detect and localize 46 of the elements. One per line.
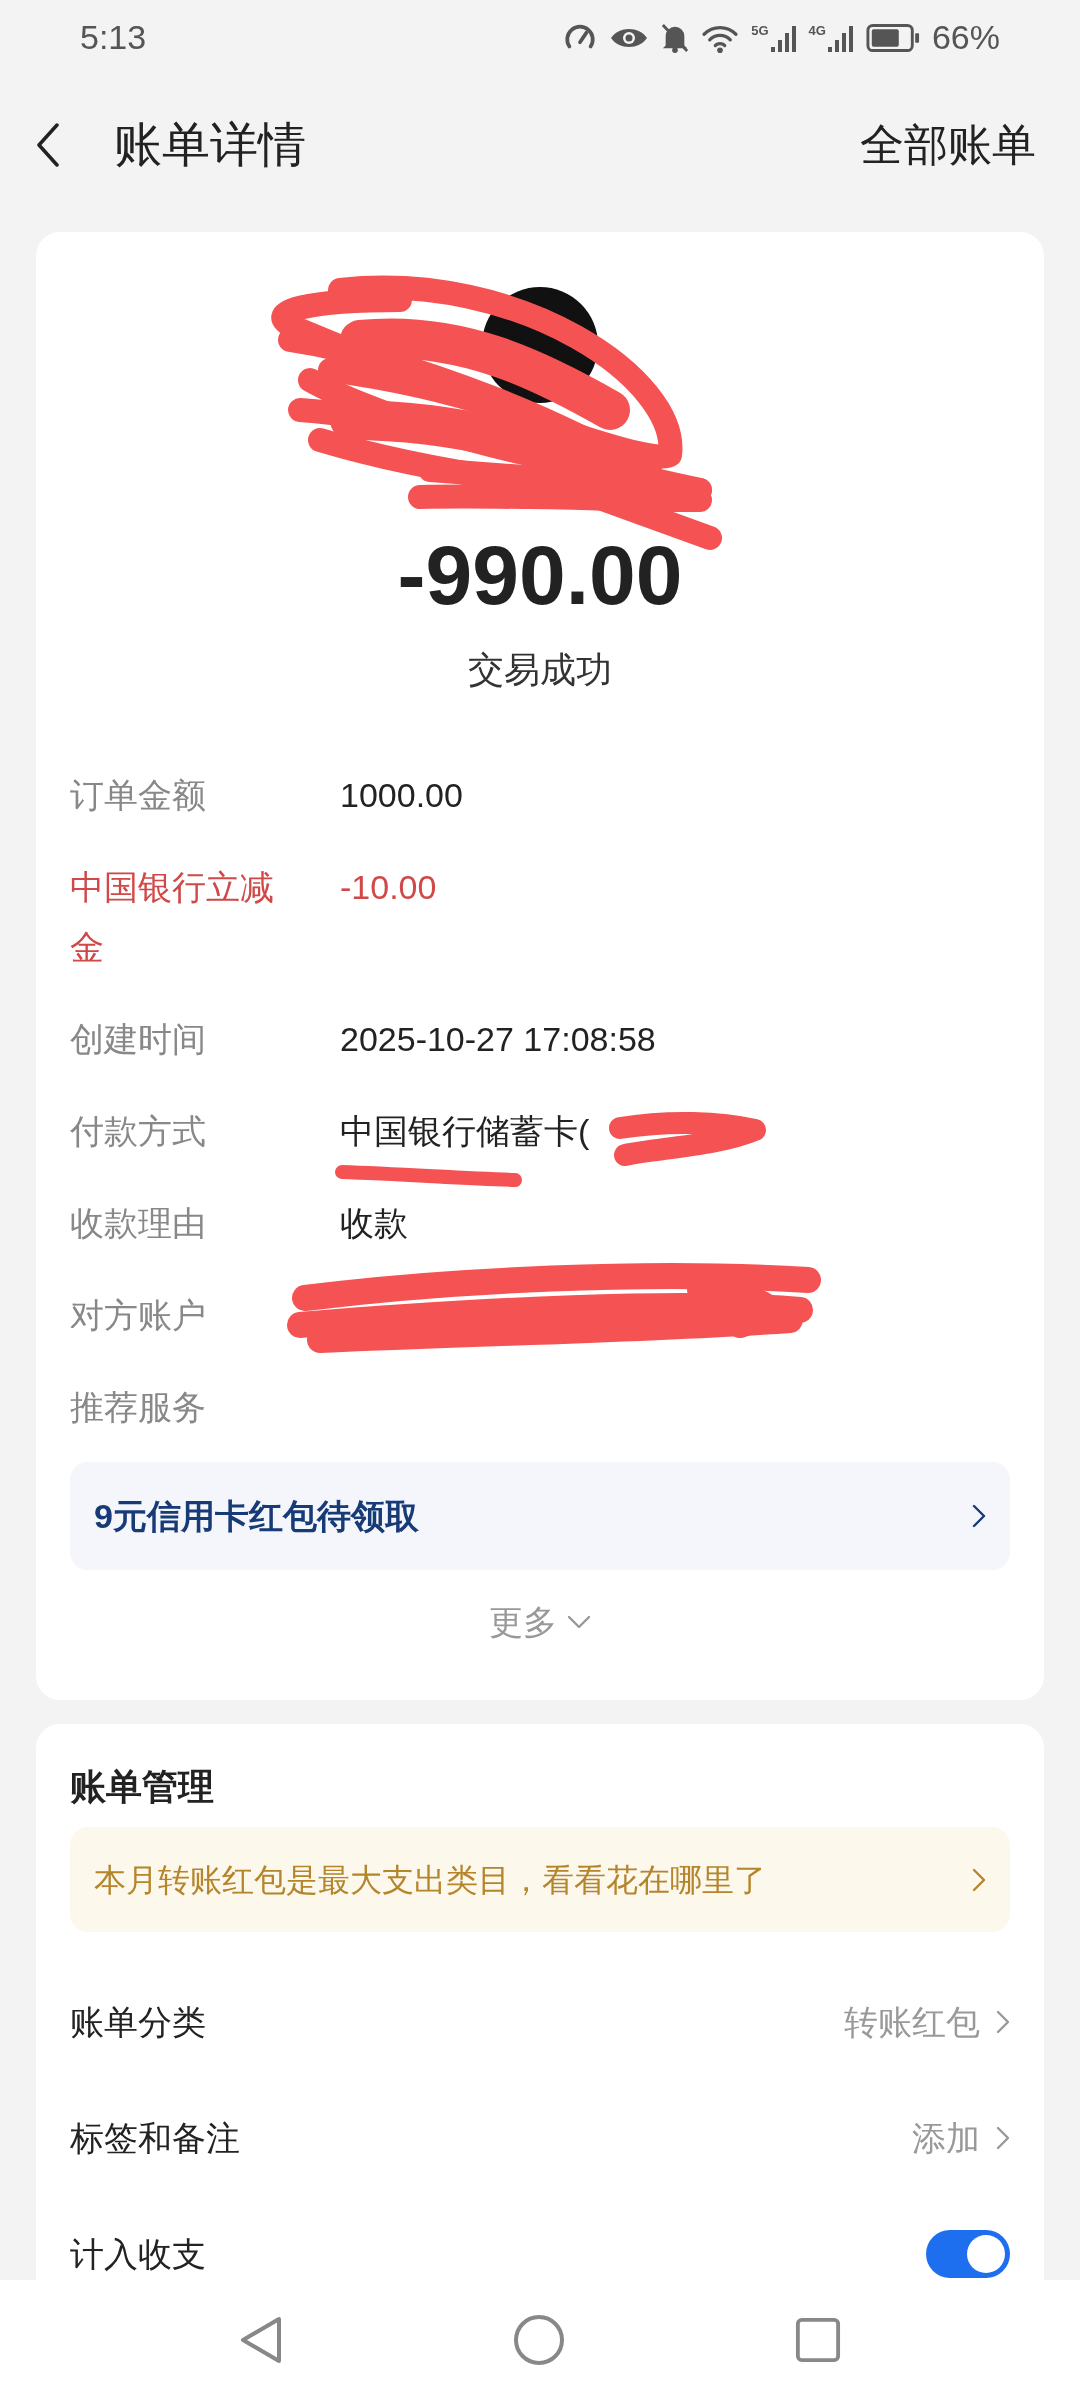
detail-label: 中国银行立减金 xyxy=(70,867,275,968)
detail-value: 1000.00 xyxy=(340,775,463,816)
more-button[interactable]: 更多 xyxy=(489,1597,591,1647)
setting-label: 账单分类 xyxy=(70,2001,206,2043)
chevron-icon xyxy=(972,1504,986,1528)
spending-tip-banner[interactable]: 本月转账红包是最大支出类目，看看花在哪里了 xyxy=(70,1827,1010,1932)
detail-value: 收款 xyxy=(340,1203,408,1244)
nav-back-button[interactable] xyxy=(239,2315,283,2365)
signal-icon xyxy=(827,23,854,52)
section-title: 账单管理 xyxy=(70,1765,215,1809)
chevron-icon xyxy=(972,1867,986,1892)
circle-icon xyxy=(513,2314,565,2366)
status-time: 5:13 xyxy=(80,17,147,58)
nav-home-button[interactable] xyxy=(513,2314,565,2366)
battery-percent: 66% xyxy=(931,17,1000,58)
all-bills-link[interactable]: 全部账单 xyxy=(860,112,1044,178)
detail-value: 2025-10-27 17:08:58 xyxy=(340,1019,656,1060)
page-title: 账单详情 xyxy=(114,117,306,173)
bell-muted-icon xyxy=(661,21,690,54)
signal-icon xyxy=(770,23,797,52)
detail-label: 付款方式 xyxy=(70,1111,207,1152)
setting-value-link[interactable]: 添加 xyxy=(912,2112,1010,2164)
amount-text: -990.00 xyxy=(396,530,684,620)
setting-value-link[interactable]: 转账红包 xyxy=(844,1996,1010,2048)
network-label: 5G xyxy=(751,23,769,37)
detail-label: 收款理由 xyxy=(70,1203,207,1244)
nav-recents-button[interactable] xyxy=(795,2317,841,2363)
back-icon xyxy=(36,123,60,167)
chevron-down-icon xyxy=(567,1615,591,1629)
detail-value: -10.00 xyxy=(340,867,437,908)
detail-label: 对方账户 xyxy=(70,1295,207,1336)
network-label: 4G xyxy=(808,23,826,37)
setting-label: 计入收支 xyxy=(70,2233,206,2275)
battery-icon xyxy=(865,22,920,53)
toggle-switch[interactable] xyxy=(926,2230,1010,2278)
status-text: 交易成功 xyxy=(467,648,613,692)
chevron-icon xyxy=(996,2010,1010,2034)
promo-banner[interactable]: 9元信用卡红包待领取 xyxy=(70,1462,1010,1570)
triangle-icon xyxy=(239,2315,283,2365)
detail-label: 订单金额 xyxy=(70,775,207,816)
chevron-icon xyxy=(996,2126,1010,2150)
detail-label: 创建时间 xyxy=(70,1019,207,1060)
square-icon xyxy=(795,2317,841,2363)
detail-value: 中国银行储蓄卡( xyxy=(340,1111,590,1152)
setting-label: 标签和备注 xyxy=(70,2117,240,2159)
detail-label: 推荐服务 xyxy=(70,1387,207,1428)
